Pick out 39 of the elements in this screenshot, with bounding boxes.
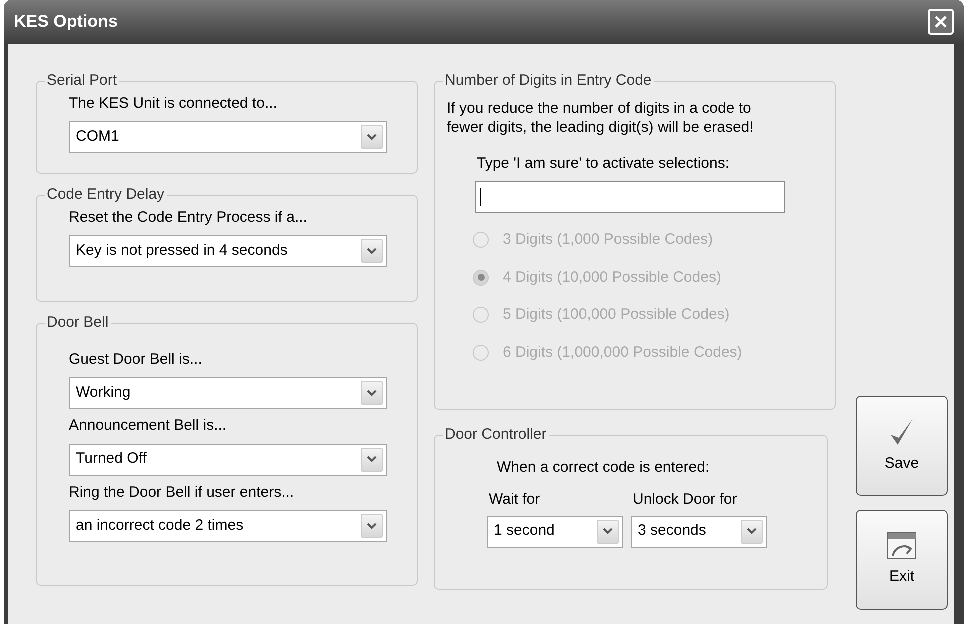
input-field[interactable] [475,181,785,213]
chevron-down-icon [367,134,377,140]
dropdown[interactable]: 1 second [487,516,623,548]
dropdown[interactable]: Working [69,377,387,409]
field-label: Unlock Door for [632,490,738,510]
exit-button[interactable]: Exit [856,510,948,610]
option-label: 5 Digits (100,000 Possible Codes) [503,305,730,325]
chevron-down-icon [367,390,377,396]
field-label: Reset the Code Entry Process if a... [69,208,308,228]
window-title: KES Options [14,11,118,34]
chevron-down-icon [367,456,377,463]
group-label: Serial Port [46,71,118,91]
chevron-down-icon [603,528,613,535]
group-label: Door Controller [444,425,548,445]
prompt-label: Type 'I am sure' to activate selections: [476,154,731,174]
chevron-down-icon [367,522,377,530]
field-label: Announcement Bell is... [69,416,228,436]
warning-text: If you reduce the number of digits in a code to fewer digits, the leading digit(s) will be erased! [447,98,755,136]
group-label: Door Bell [46,313,110,333]
save-button[interactable]: Save [856,396,948,496]
option-label: 6 Digits (1,000,000 Possible Codes) [503,342,742,362]
instruction-text: When a correct code is entered: [496,458,711,478]
field-label: Guest Door Bell is... [69,350,204,370]
field-label: Ring the Door Bell if user enters... [69,482,296,502]
dropdown[interactable]: an incorrect code 2 times [69,510,387,542]
dropdown[interactable]: 3 seconds [631,516,767,548]
dropdown[interactable]: Key is not pressed in 4 seconds [69,235,387,267]
group-label: Number of Digits in Entry Code [444,71,653,91]
chevron-down-icon [747,528,757,535]
field-label: Wait for [488,490,542,510]
dropdown[interactable]: Turned Off [69,444,387,476]
dropdown[interactable]: COM1 [69,121,387,153]
option-label: 3 Digits (1,000 Possible Codes) [503,230,714,250]
field-label: The KES Unit is connected to... [69,94,278,114]
option-label: 4 Digits (10,000 Possible Codes) [503,268,722,288]
close-button[interactable] [928,9,954,35]
chevron-down-icon [367,248,377,254]
group-label: Code Entry Delay [46,185,166,205]
close-icon [934,15,948,29]
